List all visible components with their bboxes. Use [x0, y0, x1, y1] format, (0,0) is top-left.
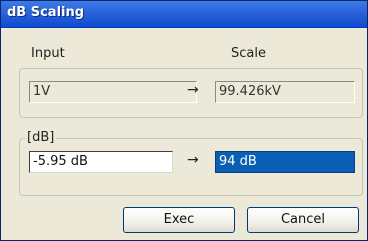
input-value-field: 1V [29, 81, 197, 103]
input-header: Input [31, 46, 65, 61]
db-input-field[interactable]: -5.95 dB [29, 151, 173, 173]
scale-header: Scale [231, 46, 266, 61]
window-title: dB Scaling [7, 5, 85, 20]
exec-button[interactable]: Exec [123, 207, 235, 233]
db-arrow-icon: → [187, 152, 199, 168]
scale-value-field: 99.426kV [215, 81, 355, 103]
top-arrow-icon: → [187, 82, 199, 98]
cancel-button[interactable]: Cancel [247, 207, 359, 233]
db-scale-field[interactable]: 94 dB [215, 151, 355, 173]
title-bar[interactable]: dB Scaling [1, 1, 367, 28]
db-group-legend: [dB] [25, 130, 57, 145]
db-scaling-dialog: dB Scaling Input Scale 1V → 99.426kV [dB… [0, 0, 368, 241]
